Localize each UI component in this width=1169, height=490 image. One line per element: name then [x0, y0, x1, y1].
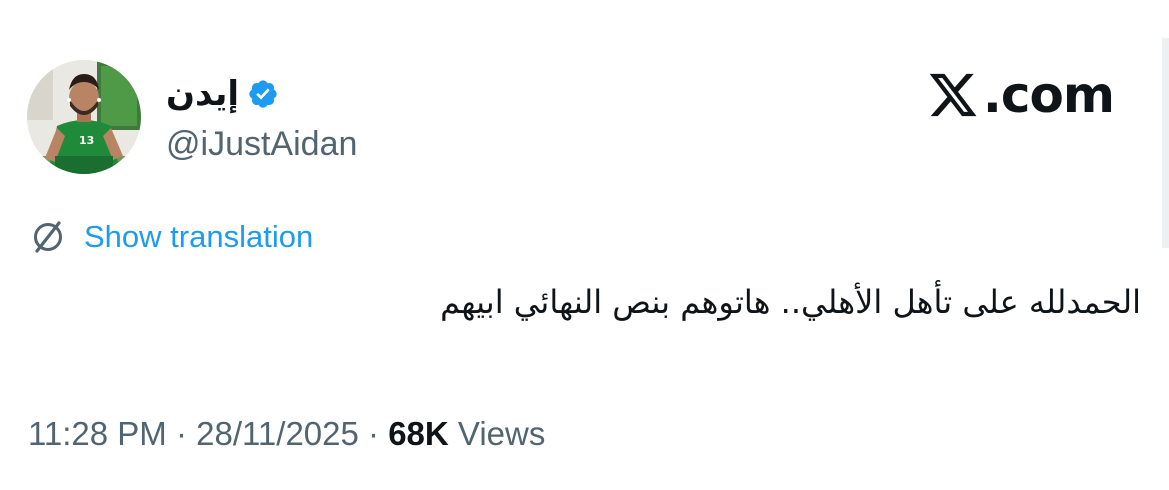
- author-display-name[interactable]: إيدن: [166, 72, 279, 116]
- site-brand: .com: [927, 62, 1115, 128]
- avatar[interactable]: 13: [27, 60, 141, 174]
- tweet-card: 13 إيدن @iJustAidan .com Show translatio…: [0, 0, 1169, 490]
- x-logo-icon: [929, 73, 977, 117]
- jersey-number: 13: [79, 134, 94, 147]
- meta-separator: ·: [358, 415, 389, 452]
- translate-icon: [34, 221, 62, 253]
- views-label: Views: [457, 415, 546, 452]
- show-translation-link[interactable]: Show translation: [84, 214, 313, 260]
- meta-separator: ·: [166, 415, 197, 452]
- tweet-time[interactable]: 11:28 PM: [28, 415, 167, 452]
- verified-badge-icon: [249, 80, 277, 108]
- avatar-photo: 13: [27, 60, 141, 174]
- author-handle[interactable]: @iJustAidan: [166, 122, 357, 166]
- tweet-meta: 11:28 PM · 28/11/2025 · 68K Views: [28, 411, 545, 457]
- translation-row[interactable]: Show translation: [28, 214, 313, 260]
- scroll-edge: [1162, 38, 1169, 248]
- tweet-date[interactable]: 28/11/2025: [196, 415, 359, 452]
- site-brand-text: .com: [982, 66, 1115, 124]
- display-name-text[interactable]: إيدن: [166, 72, 239, 116]
- views-count: 68K: [388, 415, 449, 452]
- tweet-text: الحمدلله على تأهل الأهلي.. هاتوهم بنص ال…: [440, 283, 1141, 321]
